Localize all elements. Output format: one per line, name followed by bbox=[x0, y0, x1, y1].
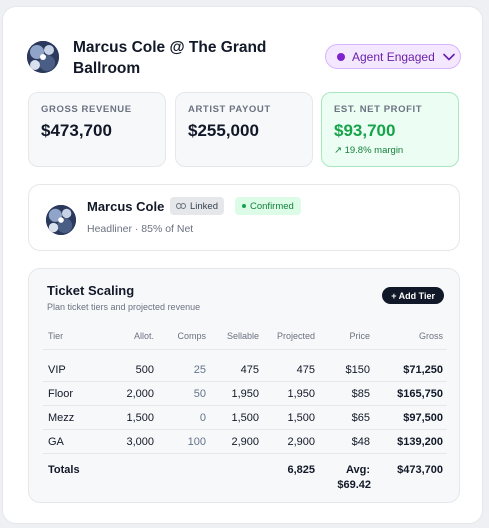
tier-name: VIP bbox=[48, 364, 66, 376]
page-title: Marcus Cole @ The Grand Ballroom bbox=[73, 39, 267, 77]
column-header: Tier bbox=[48, 331, 64, 341]
allotment-cell[interactable]: 3,000 bbox=[126, 436, 154, 449]
table-row[interactable]: GA 3,000 100 2,900 2,900 $48 $139,200 bbox=[43, 430, 447, 454]
ticket-table: Tier Allot. Comps Sellable Projected Pri… bbox=[43, 324, 447, 502]
totals-label: Totals bbox=[48, 464, 80, 476]
table-row[interactable]: VIP 500 25 475 475 $150 $71,250 bbox=[43, 358, 447, 382]
stat-label: GROSS REVENUE bbox=[41, 104, 132, 115]
projected-cell: 1,500 bbox=[287, 412, 315, 424]
tier-name: GA bbox=[48, 436, 64, 448]
sellable-cell: 1,950 bbox=[231, 388, 259, 400]
confirmed-badge: Confirmed bbox=[235, 197, 301, 215]
column-header: Sellable bbox=[226, 331, 259, 341]
artist-deal-terms: Headliner · 85% of Net bbox=[87, 223, 194, 235]
column-header: Allot. bbox=[133, 331, 154, 341]
stat-value: $473,700 bbox=[41, 121, 112, 140]
agent-status-dropdown[interactable]: Agent Engaged bbox=[325, 44, 461, 69]
price-cell[interactable]: $150 bbox=[346, 364, 370, 377]
price-cell[interactable]: $48 bbox=[352, 436, 370, 449]
confirmed-label: Confirmed bbox=[250, 200, 294, 212]
table-header: Tier Allot. Comps Sellable Projected Pri… bbox=[43, 324, 447, 350]
totals-row: Totals 6,825 Avg: $69.42 $473,700 bbox=[43, 458, 447, 502]
allotment-cell[interactable]: 1,500 bbox=[126, 412, 154, 425]
status-dot-icon bbox=[337, 52, 345, 61]
add-tier-button[interactable]: + Add Tier bbox=[382, 287, 444, 304]
confirmed-dot-icon bbox=[242, 204, 246, 208]
comps-cell[interactable]: 0 bbox=[200, 412, 206, 425]
tier-name: Mezz bbox=[48, 412, 75, 424]
section-subtitle: Plan ticket tiers and projected revenue bbox=[47, 302, 201, 312]
allotment-cell[interactable]: 2,000 bbox=[126, 388, 154, 401]
totals-projected: 6,825 bbox=[287, 464, 315, 476]
projected-cell: 1,950 bbox=[287, 388, 315, 400]
totals-gross: $473,700 bbox=[397, 464, 443, 476]
artist-name: Marcus Cole bbox=[87, 199, 165, 214]
artist-payout-card: ARTIST PAYOUT $255,000 bbox=[175, 92, 313, 167]
comps-cell[interactable]: 25 bbox=[194, 364, 206, 377]
price-cell[interactable]: $65 bbox=[352, 412, 370, 425]
artist-avatar bbox=[46, 205, 76, 235]
average-price: Avg: $69.42 bbox=[337, 464, 371, 492]
column-header: Price bbox=[349, 331, 370, 341]
stat-label: ARTIST PAYOUT bbox=[188, 104, 271, 115]
sellable-cell: 1,500 bbox=[231, 412, 259, 424]
artist-avatar bbox=[27, 41, 59, 73]
column-header: Projected bbox=[276, 331, 315, 341]
gross-cell: $71,250 bbox=[403, 364, 443, 376]
stat-value: $93,700 bbox=[334, 121, 396, 140]
sellable-cell: 2,900 bbox=[231, 436, 259, 448]
link-icon bbox=[176, 201, 186, 212]
chevron-down-icon bbox=[442, 53, 455, 61]
gross-cell: $97,500 bbox=[403, 412, 443, 424]
stat-label: EST. NET PROFIT bbox=[334, 104, 423, 115]
section-title: Ticket Scaling bbox=[47, 283, 135, 298]
linked-label: Linked bbox=[190, 200, 218, 212]
gross-cell: $139,200 bbox=[397, 436, 443, 448]
margin-text: ↗ 19.8% margin bbox=[334, 145, 404, 156]
artist-card[interactable]: Marcus Cole Linked Confirmed Headliner ·… bbox=[28, 184, 460, 251]
table-row[interactable]: Mezz 1,500 0 1,500 1,500 $65 $97,500 bbox=[43, 406, 447, 430]
sellable-cell: 475 bbox=[240, 364, 259, 376]
column-header: Gross bbox=[418, 331, 443, 341]
tier-name: Floor bbox=[48, 388, 74, 400]
event-card: Marcus Cole @ The Grand Ballroom Agent E… bbox=[2, 6, 483, 524]
comps-cell[interactable]: 100 bbox=[188, 436, 206, 449]
linked-badge: Linked bbox=[170, 197, 224, 215]
net-profit-card: EST. NET PROFIT $93,700 ↗ 19.8% margin bbox=[321, 92, 459, 167]
column-header: Comps bbox=[177, 331, 206, 341]
avg-price-value: $69.42 bbox=[337, 479, 371, 491]
financial-summary: GROSS REVENUE $473,700 ARTIST PAYOUT $25… bbox=[28, 92, 460, 167]
event-header: Marcus Cole @ The Grand Ballroom Agent E… bbox=[27, 33, 461, 83]
price-cell[interactable]: $85 bbox=[352, 388, 370, 401]
agent-status-label: Agent Engaged bbox=[352, 49, 435, 64]
gross-cell: $165,750 bbox=[397, 388, 443, 400]
projected-cell: 2,900 bbox=[287, 436, 315, 448]
projected-cell: 475 bbox=[296, 364, 315, 376]
ticket-scaling-panel: Ticket Scaling Plan ticket tiers and pro… bbox=[28, 268, 460, 503]
allotment-cell[interactable]: 500 bbox=[136, 364, 154, 377]
comps-cell[interactable]: 50 bbox=[194, 388, 206, 401]
table-row[interactable]: Floor 2,000 50 1,950 1,950 $85 $165,750 bbox=[43, 382, 447, 406]
avg-label: Avg: bbox=[345, 464, 370, 476]
stat-value: $255,000 bbox=[188, 121, 259, 140]
gross-revenue-card: GROSS REVENUE $473,700 bbox=[28, 92, 166, 167]
